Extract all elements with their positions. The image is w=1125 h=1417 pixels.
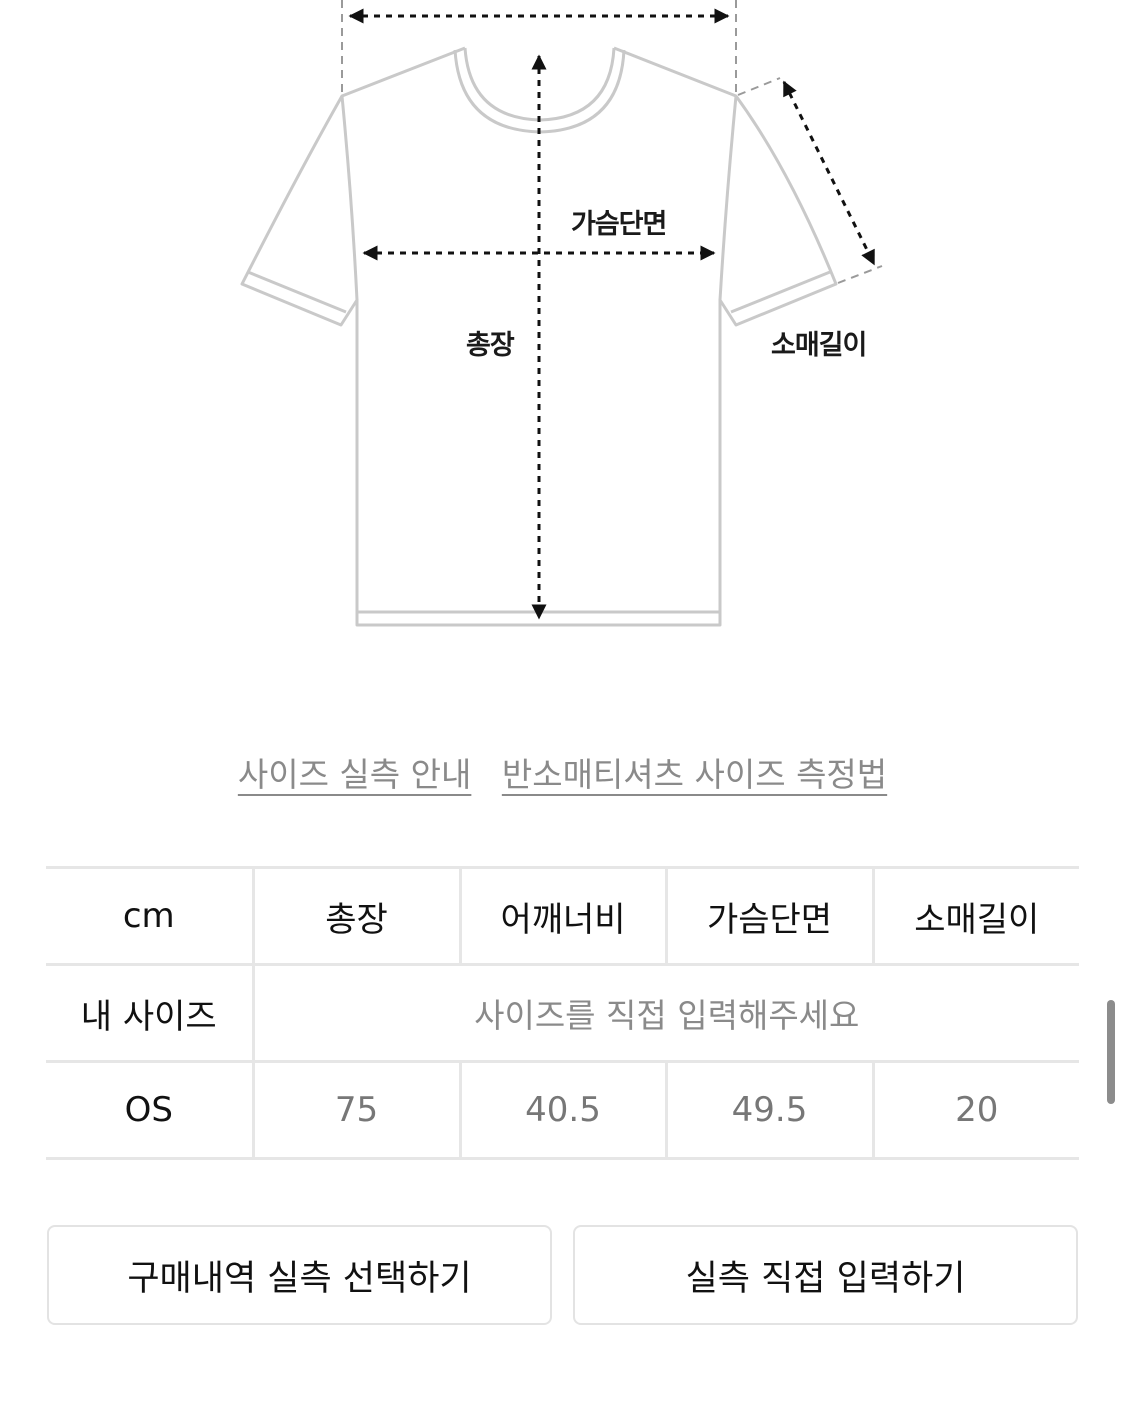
guide-links: 사이즈 실측 안내 반소매티셔츠 사이즈 측정법 [0,748,1125,796]
my-size-label: 내 사이즈 [46,963,255,1063]
table-header-row: cm 총장 어깨너비 가슴단면 소매길이 [46,866,1079,966]
column-header: 소매길이 [871,866,1079,966]
scrollbar[interactable] [1107,1000,1115,1104]
my-size-row: 내 사이즈 사이즈를 직접 입력해주세요 [46,963,1079,1063]
tshirt-measurement-diagram: 가슴단면 총장 소매길이 [0,0,1125,680]
size-name-cell: OS [46,1060,255,1160]
sleeve-label: 소매길이 [771,330,867,361]
size-table: cm 총장 어깨너비 가슴단면 소매길이 내 사이즈 사이즈를 직접 입력해주세… [46,866,1079,1160]
column-header: 어깨너비 [458,866,666,966]
my-size-input[interactable]: 사이즈를 직접 입력해주세요 [251,963,1079,1063]
unit-header: cm [46,866,255,966]
table-cell: 40.5 [458,1060,666,1160]
select-purchase-history-button[interactable]: 구매내역 실측 선택하기 [47,1225,552,1325]
table-cell: 20 [871,1060,1079,1160]
column-header: 총장 [251,866,460,966]
table-cell: 49.5 [664,1060,873,1160]
tshirt-outline-illustration [240,0,883,627]
table-cell: 75 [251,1060,460,1160]
column-header: 가슴단면 [664,866,873,966]
direct-input-button[interactable]: 실측 직접 입력하기 [573,1225,1078,1325]
chest-label: 가슴단면 [571,209,667,240]
length-label: 총장 [466,330,515,361]
measure-method-link[interactable]: 반소매티셔츠 사이즈 측정법 [502,755,887,794]
table-row: OS 75 40.5 49.5 20 [46,1060,1079,1160]
size-guide-link[interactable]: 사이즈 실측 안내 [238,755,472,794]
sleeve-arrow [782,80,876,266]
